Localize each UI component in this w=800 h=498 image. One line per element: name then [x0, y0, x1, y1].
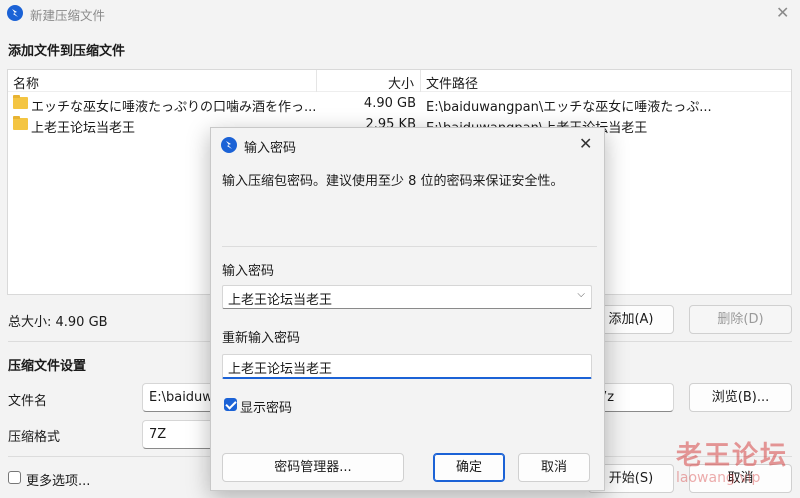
title-bar: 新建压缩文件 ✕: [0, 0, 800, 28]
dialog-title: 输入密码: [244, 141, 297, 156]
settings-section-title: 压缩文件设置: [8, 359, 87, 374]
password-value: 上老王论坛当老王: [228, 293, 333, 308]
column-path[interactable]: 文件路径: [426, 73, 478, 92]
format-value: 7Z: [149, 427, 167, 442]
column-name[interactable]: 名称: [13, 73, 39, 92]
close-icon[interactable]: ✕: [776, 3, 789, 22]
divider: [222, 246, 597, 247]
password-input[interactable]: 上老王论坛当老王 ⌵: [222, 285, 592, 309]
file-size: 4.90 GB: [363, 96, 416, 111]
dialog-cancel-button[interactable]: 取消: [518, 453, 590, 482]
file-name: エッチな巫女に唾液たっぷりの口噛み酒を作っ...: [31, 100, 317, 115]
window-title: 新建压缩文件: [30, 8, 106, 23]
file-list-header: 名称 大小 文件路径: [8, 70, 791, 92]
show-password-checkbox[interactable]: [224, 398, 237, 411]
browse-button[interactable]: 浏览(B)...: [689, 383, 792, 412]
filename-label: 文件名: [8, 394, 48, 409]
file-path: E:\baiduwangpan\エッチな巫女に唾液たっぷ...: [426, 100, 712, 115]
watermark-text: 老王论坛: [676, 441, 789, 471]
reenter-password-input[interactable]: 上老王论坛当老王: [222, 354, 592, 379]
total-size: 总大小: 4.90 GB: [8, 315, 108, 330]
format-label: 压缩格式: [8, 430, 61, 445]
ok-button[interactable]: 确定: [433, 453, 505, 482]
dialog-message: 输入压缩包密码。建议使用至少 8 位的密码来保证安全性。: [222, 174, 564, 189]
add-files-section-title: 添加文件到压缩文件: [8, 44, 126, 59]
password-dialog: 输入密码 ✕ 输入压缩包密码。建议使用至少 8 位的密码来保证安全性。 输入密码…: [210, 127, 605, 491]
watermark-url: laowang.vip: [676, 470, 761, 486]
reenter-password-value: 上老王论坛当老王: [228, 362, 333, 377]
app-logo-icon: [221, 137, 237, 153]
password-label: 输入密码: [222, 264, 275, 279]
app-logo-icon: [7, 5, 23, 21]
table-row[interactable]: エッチな巫女に唾液たっぷりの口噛み酒を作っ... 4.90 GB E:\baid…: [8, 93, 791, 115]
delete-button[interactable]: 删除(D): [689, 305, 792, 334]
close-icon[interactable]: ✕: [579, 134, 592, 153]
folder-icon: [13, 95, 28, 109]
show-password-label: 显示密码: [240, 401, 293, 416]
reenter-label: 重新输入密码: [222, 331, 301, 346]
folder-icon: [13, 116, 28, 130]
more-options-label: 更多选项...: [26, 474, 91, 489]
password-manager-button[interactable]: 密码管理器...: [222, 453, 404, 482]
column-size[interactable]: 大小: [388, 73, 414, 92]
chevron-down-icon[interactable]: ⌵: [577, 289, 585, 300]
more-options-checkbox[interactable]: [8, 471, 21, 484]
